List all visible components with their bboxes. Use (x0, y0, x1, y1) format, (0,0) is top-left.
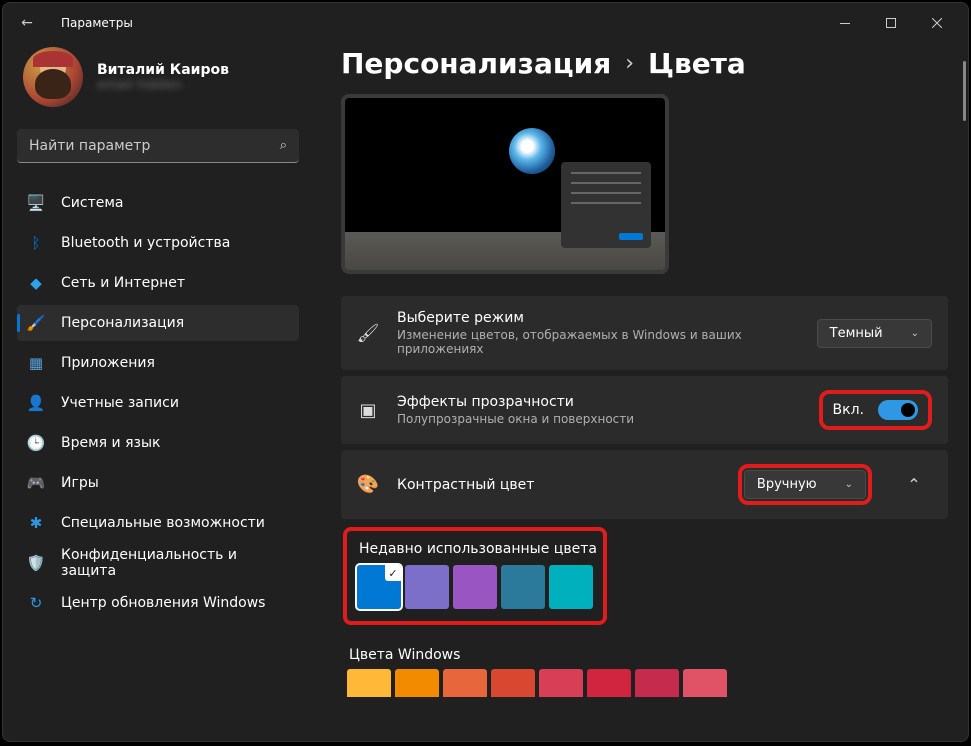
nav-label: Время и язык (61, 435, 160, 451)
nav-item-2[interactable]: ◆ Сеть и Интернет (17, 265, 299, 301)
transparency-icon: ▣ (357, 400, 379, 421)
recent-colors-label: Недавно использованные цвета (359, 541, 597, 557)
accent-dropdown-highlight: Вручную ⌄ (738, 464, 872, 505)
search-input[interactable] (17, 129, 299, 163)
recent-color-swatch[interactable] (357, 565, 401, 609)
nav-item-0[interactable]: 🖥️ Система (17, 185, 299, 221)
windows-color-swatch[interactable] (635, 669, 679, 697)
nav-item-4[interactable]: ▦ Приложения (17, 345, 299, 381)
palette-icon: 🎨 (357, 474, 379, 495)
accent-color-row[interactable]: 🎨 Контрастный цвет Вручную ⌄ ⌃ (341, 450, 948, 519)
chevron-down-icon: ⌄ (911, 328, 919, 339)
nav-icon: 🎮 (27, 474, 45, 492)
nav-item-8[interactable]: ✱ Специальные возможности (17, 505, 299, 541)
nav-label: Система (61, 195, 123, 211)
nav-icon: ◆ (27, 274, 45, 292)
brush-icon: 🖌 (357, 323, 379, 344)
nav-item-5[interactable]: 👤 Учетные записи (17, 385, 299, 421)
mode-dropdown[interactable]: Темный ⌄ (817, 319, 932, 348)
nav-item-1[interactable]: ᛒ Bluetooth и устройства (17, 225, 299, 261)
recent-color-swatch[interactable] (501, 565, 545, 609)
toggle-state-label: Вкл. (833, 402, 864, 418)
nav-icon: 🛡️ (27, 554, 45, 572)
back-button[interactable]: ← (11, 7, 43, 39)
windows-colors-label: Цвета Windows (349, 647, 948, 663)
windows-color-swatch[interactable] (683, 669, 727, 697)
breadcrumb-parent[interactable]: Персонализация (341, 47, 611, 80)
nav-icon: ᛒ (27, 234, 45, 252)
nav-item-9[interactable]: 🛡️ Конфиденциальность и защита (17, 545, 299, 581)
recent-color-swatch[interactable] (453, 565, 497, 609)
windows-color-swatch[interactable] (491, 669, 535, 697)
windows-color-swatch[interactable] (443, 669, 487, 697)
nav-icon: 🖌️ (27, 314, 45, 332)
nav-label: Специальные возможности (61, 515, 265, 531)
nav-icon: ▦ (27, 354, 45, 372)
accent-dropdown[interactable]: Вручную ⌄ (744, 470, 866, 499)
collapse-button[interactable]: ⌃ (896, 467, 932, 503)
nav-label: Центр обновления Windows (61, 595, 265, 611)
user-name: Виталий Каиров (97, 62, 229, 78)
recent-colors-highlight: Недавно использованные цвета (343, 527, 607, 625)
windows-color-swatch[interactable] (395, 669, 439, 697)
chevron-down-icon: ⌄ (845, 479, 853, 490)
window-title: Параметры (61, 16, 133, 30)
recent-color-swatch[interactable] (405, 565, 449, 609)
transparency-toggle[interactable] (878, 400, 918, 420)
nav-label: Сеть и Интернет (61, 275, 185, 291)
windows-color-swatch[interactable] (539, 669, 583, 697)
search-box[interactable]: ⌕ (17, 129, 299, 163)
scrollbar[interactable] (963, 61, 966, 121)
windows-color-swatch[interactable] (347, 669, 391, 697)
user-email: email hidden (97, 78, 229, 93)
transparency-toggle-highlight: Вкл. (819, 390, 932, 430)
avatar (23, 47, 83, 107)
search-icon: ⌕ (280, 138, 287, 153)
windows-color-swatch[interactable] (587, 669, 631, 697)
theme-preview (341, 94, 669, 274)
nav-label: Конфиденциальность и защита (61, 547, 289, 579)
choose-mode-row[interactable]: 🖌 Выберите режим Изменение цветов, отобр… (341, 296, 948, 370)
nav-icon: ✱ (27, 514, 45, 532)
close-button[interactable] (914, 7, 960, 39)
chevron-up-icon: ⌃ (907, 475, 920, 494)
maximize-button[interactable] (868, 7, 914, 39)
transparency-row[interactable]: ▣ Эффекты прозрачности Полупрозрачные ок… (341, 376, 948, 444)
nav-icon: 👤 (27, 394, 45, 412)
nav-item-6[interactable]: 🕒 Время и язык (17, 425, 299, 461)
nav-label: Приложения (61, 355, 155, 371)
recent-color-swatch[interactable] (549, 565, 593, 609)
nav-label: Игры (61, 475, 99, 491)
nav-icon: 🖥️ (27, 194, 45, 212)
nav-item-3[interactable]: 🖌️ Персонализация (17, 305, 299, 341)
nav-label: Bluetooth и устройства (61, 235, 230, 251)
nav-label: Учетные записи (61, 395, 179, 411)
nav-item-10[interactable]: ↻ Центр обновления Windows (17, 585, 299, 621)
nav-icon: 🕒 (27, 434, 45, 452)
nav-icon: ↻ (27, 594, 45, 612)
breadcrumb: Персонализация › Цвета (341, 47, 948, 80)
nav-item-7[interactable]: 🎮 Игры (17, 465, 299, 501)
minimize-button[interactable] (822, 7, 868, 39)
page-title: Цвета (648, 47, 746, 80)
nav-label: Персонализация (61, 315, 184, 331)
chevron-right-icon: › (625, 51, 634, 76)
user-account[interactable]: Виталий Каиров email hidden (17, 47, 299, 107)
